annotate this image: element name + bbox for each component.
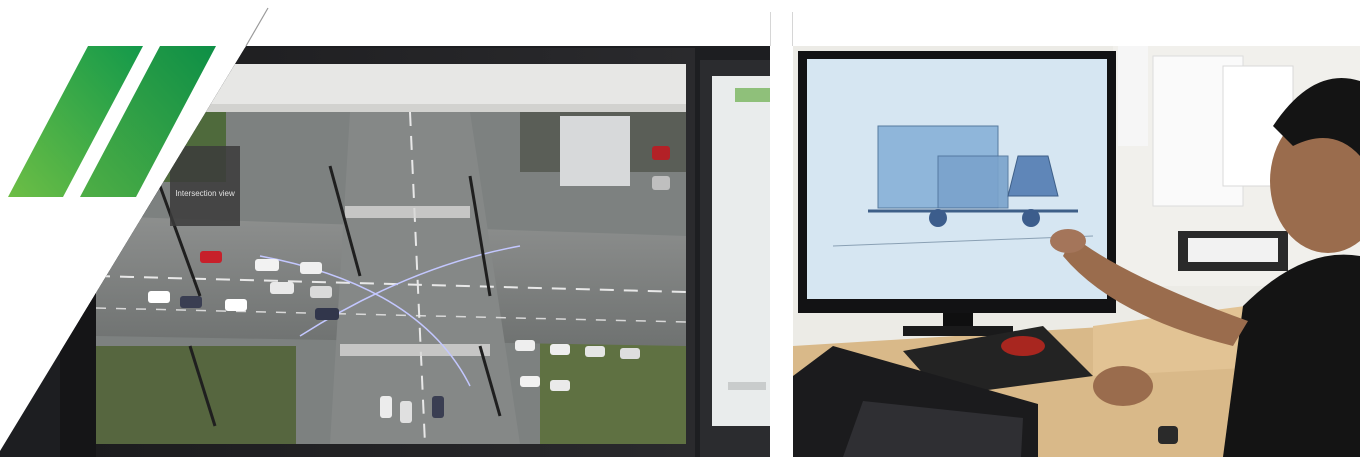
photo-divider bbox=[770, 12, 793, 46]
engineer-cad-photo bbox=[793, 46, 1360, 457]
right-photo bbox=[793, 46, 1360, 457]
hero-banner: Intersection view bbox=[0, 0, 1360, 457]
brand-stripes-icon bbox=[8, 46, 216, 197]
